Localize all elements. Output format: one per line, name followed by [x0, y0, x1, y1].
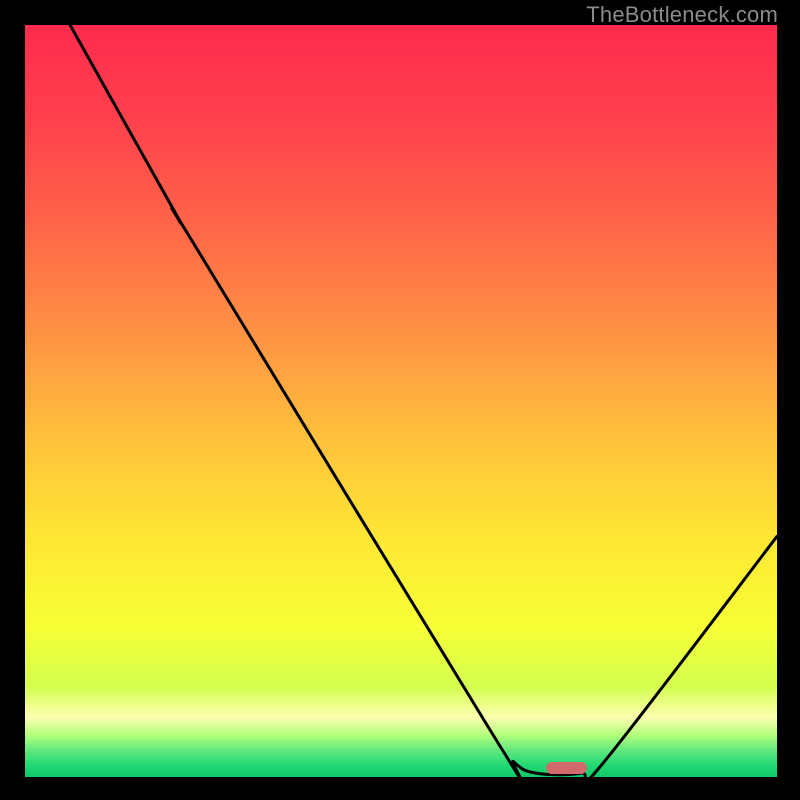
plot-area [25, 25, 777, 777]
watermark-text: TheBottleneck.com [586, 2, 778, 28]
optimal-marker [546, 762, 587, 774]
bottleneck-curve [70, 25, 777, 777]
chart-frame: TheBottleneck.com [0, 0, 800, 800]
curve-layer [25, 25, 777, 777]
